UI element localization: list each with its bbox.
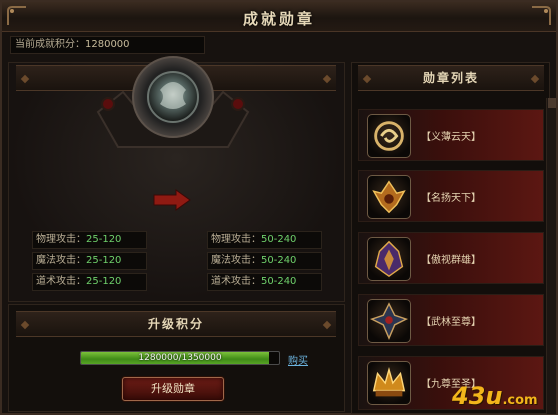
next-stat-taoist: 道术攻击：50-240 (207, 273, 322, 291)
medal-name: 【武林至尊】 (421, 317, 481, 328)
medal-list-scrollbar[interactable] (546, 98, 556, 414)
winged-medal-icon (367, 175, 411, 219)
medal-list-header: 勋章列表 (358, 65, 544, 91)
upgrade-points-header: 升级积分 (16, 311, 336, 337)
buy-link[interactable]: 购买 (288, 352, 308, 367)
site-watermark: 43u.com (452, 382, 538, 410)
achievement-medal-window: 成就勋章 当前成就积分：1280000 下阶勋章 物理攻击： (0, 0, 558, 415)
current-stat-magic: 魔法攻击：25-120 (32, 252, 147, 270)
current-points-value: 1280000 (85, 39, 130, 50)
medal-name: 【义薄云天】 (421, 132, 481, 143)
next-stat-magic: 魔法攻击：50-240 (207, 252, 322, 270)
medal-list-item[interactable]: 【义薄云天】 (358, 109, 544, 161)
current-stat-taoist: 道术攻击：25-120 (32, 273, 147, 291)
medal-name: 【名扬天下】 (421, 193, 481, 204)
medal-list-item[interactable]: 【傲视群雄】 (358, 232, 544, 284)
medal-emblem-icon (96, 56, 250, 148)
medal-name: 【傲视群雄】 (421, 255, 481, 266)
current-points-label: 当前成就积分： (15, 39, 85, 50)
scroll-up-icon[interactable] (548, 98, 556, 108)
upgrade-progress-text: 1280000/1350000 (138, 353, 222, 363)
medal-list-item[interactable]: 【名扬天下】 (358, 170, 544, 222)
golden-crown-medal-icon (367, 361, 411, 405)
title-bar: 成就勋章 (2, 2, 556, 32)
purple-crest-medal-icon (367, 237, 411, 281)
upgrade-progress-bar: 1280000/1350000 (80, 351, 280, 365)
current-stat-physical: 物理攻击：25-120 (32, 231, 147, 249)
dark-blade-medal-icon (367, 299, 411, 343)
window-title: 成就勋章 (242, 10, 315, 28)
upgrade-arrow-icon (153, 189, 191, 211)
next-stat-physical: 物理攻击：50-240 (207, 231, 322, 249)
swirl-medal-icon (367, 114, 411, 158)
medal-list-item[interactable]: 【武林至尊】 (358, 294, 544, 346)
upgrade-medal-button[interactable]: 升级勋章 (122, 377, 224, 401)
corner-ornament-icon (532, 6, 551, 25)
